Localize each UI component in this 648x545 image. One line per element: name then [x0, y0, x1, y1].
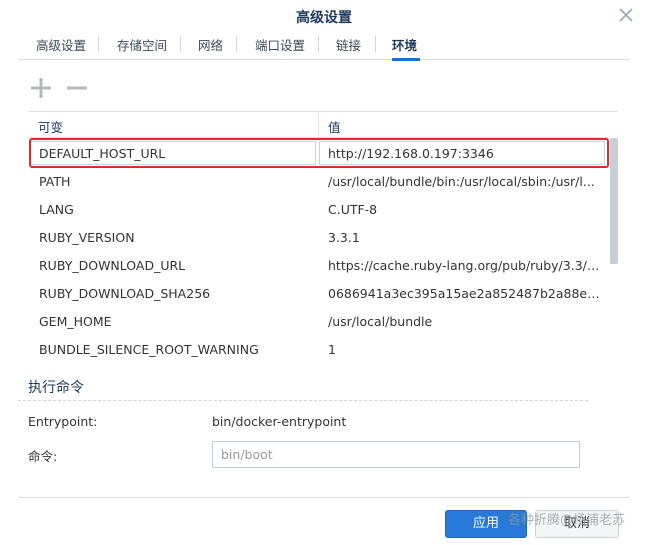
apply-button[interactable]: 应用 — [445, 510, 527, 538]
tab-storage[interactable]: 存储空间 — [117, 35, 167, 59]
tab-separator — [375, 36, 376, 52]
variable-value: 3.3.1 — [328, 230, 360, 245]
active-tab-indicator — [392, 58, 420, 61]
variable-name: LANG — [39, 202, 74, 217]
table-row[interactable]: RUBY_VERSION 3.3.1 — [28, 223, 608, 251]
tab-network[interactable]: 网络 — [198, 35, 223, 59]
title-bar: 高级设置 — [0, 0, 648, 32]
table-row[interactable]: BUNDLE_SILENCE_ROOT_WARNING 1 — [28, 335, 608, 362]
column-divider[interactable] — [318, 112, 319, 138]
variable-name: GEM_HOME — [39, 314, 112, 329]
tab-separator — [318, 36, 319, 52]
table-row[interactable]: GEM_HOME /usr/local/bundle — [28, 307, 608, 335]
variable-value[interactable]: http://192.168.0.197:3346 — [328, 146, 600, 161]
column-header-variable[interactable]: 可变 — [38, 117, 63, 136]
variable-name: RUBY_VERSION — [39, 230, 135, 245]
close-button[interactable] — [618, 6, 634, 24]
variable-name: BUNDLE_SILENCE_ROOT_WARNING — [39, 342, 259, 357]
variable-value: C.UTF-8 — [328, 202, 378, 217]
tab-bar: 高级设置 存储空间 网络 端口设置 链接 环境 — [18, 30, 630, 61]
entrypoint-label: Entrypoint: — [28, 414, 98, 429]
column-header-value[interactable]: 值 — [328, 117, 341, 136]
command-label: 命令: — [28, 449, 58, 464]
variable-name: RUBY_DOWNLOAD_SHA256 — [39, 286, 211, 301]
tab-environment[interactable]: 环境 — [392, 35, 420, 61]
table-row[interactable]: RUBY_DOWNLOAD_SHA256 0686941a3ec395a15ae… — [28, 279, 608, 307]
cancel-button[interactable]: 取消 — [535, 510, 619, 538]
minus-icon — [67, 86, 87, 90]
variable-value: 1 — [328, 342, 336, 357]
dialog-title: 高级设置 — [296, 10, 352, 26]
variable-value: 0686941a3ec395a15ae2a852487b2a88e5f... — [328, 286, 600, 301]
variable-name: RUBY_DOWNLOAD_URL — [39, 258, 186, 273]
entrypoint-value: bin/docker-entrypoint — [212, 414, 347, 429]
section-divider — [18, 400, 588, 401]
command-input-value: bin/boot — [221, 447, 273, 462]
tab-advanced-settings[interactable]: 高级设置 — [36, 35, 86, 59]
command-input[interactable]: bin/boot — [212, 441, 580, 468]
footer-divider — [18, 497, 630, 498]
exec-section-title: 执行命令 — [28, 380, 84, 396]
table-scrollbar[interactable] — [610, 138, 618, 362]
variable-value: /usr/local/bundle/bin:/usr/local/sbin:/u… — [328, 174, 595, 189]
add-variable-button[interactable] — [28, 74, 54, 102]
tab-links[interactable]: 链接 — [336, 35, 361, 59]
remove-variable-button[interactable] — [64, 74, 90, 102]
scrollbar-thumb[interactable] — [610, 138, 618, 264]
tab-separator — [236, 36, 237, 52]
table-row[interactable]: LANG C.UTF-8 — [28, 195, 608, 223]
tab-port-settings[interactable]: 端口设置 — [255, 35, 305, 59]
variable-value: /usr/local/bundle — [328, 314, 433, 329]
close-icon — [619, 8, 633, 22]
tab-separator — [180, 36, 181, 52]
variable-name[interactable]: DEFAULT_HOST_URL — [39, 146, 319, 161]
plus-icon — [31, 78, 51, 98]
variable-name: PATH — [39, 174, 71, 189]
tab-environment-label: 环境 — [392, 38, 418, 53]
table-row[interactable]: RUBY_DOWNLOAD_URL https://cache.ruby-lan… — [28, 251, 608, 279]
env-table: 可变 值 DEFAULT_HOST_URL http://192.168.0.1… — [28, 111, 618, 362]
tab-separator — [98, 36, 99, 52]
table-row[interactable]: DEFAULT_HOST_URL http://192.168.0.197:33… — [28, 139, 608, 167]
table-row[interactable]: PATH /usr/local/bundle/bin:/usr/local/sb… — [28, 167, 608, 195]
variable-value: https://cache.ruby-lang.org/pub/ruby/3.3… — [328, 258, 600, 273]
table-header: 可变 值 — [28, 112, 608, 138]
